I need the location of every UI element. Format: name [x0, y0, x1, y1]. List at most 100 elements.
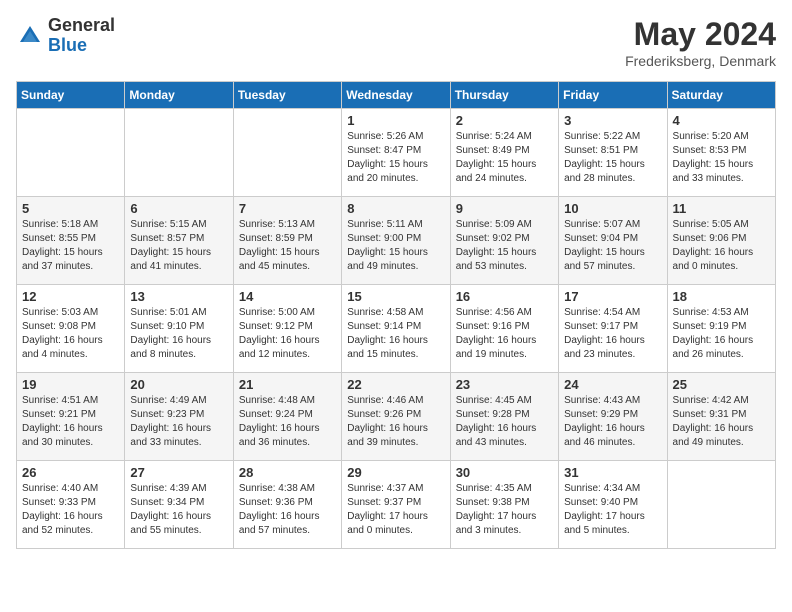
weekday-header-row: SundayMondayTuesdayWednesdayThursdayFrid… [17, 82, 776, 109]
day-info: Sunrise: 4:40 AM Sunset: 9:33 PM Dayligh… [22, 482, 119, 538]
day-number: 26 [22, 465, 119, 480]
calendar-cell [667, 461, 775, 549]
day-number: 10 [564, 201, 661, 216]
title-block: May 2024 Frederiksberg, Denmark [625, 16, 776, 69]
day-number: 16 [456, 289, 553, 304]
day-number: 14 [239, 289, 336, 304]
calendar-cell: 9 Sunrise: 5:09 AM Sunset: 9:02 PM Daylig… [450, 197, 558, 285]
day-number: 29 [347, 465, 444, 480]
day-info: Sunrise: 4:49 AM Sunset: 9:23 PM Dayligh… [130, 394, 227, 450]
day-info: Sunrise: 5:00 AM Sunset: 9:12 PM Dayligh… [239, 306, 336, 362]
day-info: Sunrise: 4:53 AM Sunset: 9:19 PM Dayligh… [673, 306, 770, 362]
page-header: General Blue May 2024 Frederiksberg, Den… [16, 16, 776, 69]
day-number: 17 [564, 289, 661, 304]
day-number: 2 [456, 113, 553, 128]
day-info: Sunrise: 5:01 AM Sunset: 9:10 PM Dayligh… [130, 306, 227, 362]
day-number: 15 [347, 289, 444, 304]
calendar-week-row: 12 Sunrise: 5:03 AM Sunset: 9:08 PM Dayli… [17, 285, 776, 373]
logo-icon [16, 22, 44, 50]
day-number: 31 [564, 465, 661, 480]
day-info: Sunrise: 5:15 AM Sunset: 8:57 PM Dayligh… [130, 218, 227, 274]
day-number: 18 [673, 289, 770, 304]
calendar-cell: 25 Sunrise: 4:42 AM Sunset: 9:31 PM Dayli… [667, 373, 775, 461]
logo-blue: Blue [48, 35, 87, 55]
weekday-header: Monday [125, 82, 233, 109]
calendar-cell: 6 Sunrise: 5:15 AM Sunset: 8:57 PM Daylig… [125, 197, 233, 285]
day-info: Sunrise: 5:11 AM Sunset: 9:00 PM Dayligh… [347, 218, 444, 274]
calendar-cell: 10Sunrise: 5:07 AM Sunset: 9:04 PM Dayli… [559, 197, 667, 285]
calendar-cell: 24Sunrise: 4:43 AM Sunset: 9:29 PM Dayli… [559, 373, 667, 461]
day-number: 13 [130, 289, 227, 304]
day-number: 24 [564, 377, 661, 392]
calendar-cell: 23Sunrise: 4:45 AM Sunset: 9:28 PM Dayli… [450, 373, 558, 461]
day-number: 20 [130, 377, 227, 392]
month-title: May 2024 [625, 16, 776, 53]
day-info: Sunrise: 4:48 AM Sunset: 9:24 PM Dayligh… [239, 394, 336, 450]
calendar-cell: 17 Sunrise: 4:54 AM Sunset: 9:17 PM Dayli… [559, 285, 667, 373]
day-info: Sunrise: 5:26 AM Sunset: 8:47 PM Dayligh… [347, 130, 444, 186]
weekday-header: Sunday [17, 82, 125, 109]
day-info: Sunrise: 5:05 AM Sunset: 9:06 PM Dayligh… [673, 218, 770, 274]
day-info: Sunrise: 4:54 AM Sunset: 9:17 PM Dayligh… [564, 306, 661, 362]
calendar-cell: 2 Sunrise: 5:24 AM Sunset: 8:49 PM Daylig… [450, 109, 558, 197]
day-number: 4 [673, 113, 770, 128]
logo-general: General [48, 15, 115, 35]
day-number: 9 [456, 201, 553, 216]
calendar-cell [125, 109, 233, 197]
calendar-cell: 19Sunrise: 4:51 AM Sunset: 9:21 PM Dayli… [17, 373, 125, 461]
calendar-cell: 18 Sunrise: 4:53 AM Sunset: 9:19 PM Dayli… [667, 285, 775, 373]
day-number: 8 [347, 201, 444, 216]
calendar-cell: 31 Sunrise: 4:34 AM Sunset: 9:40 PM Dayli… [559, 461, 667, 549]
day-number: 28 [239, 465, 336, 480]
day-info: Sunrise: 4:39 AM Sunset: 9:34 PM Dayligh… [130, 482, 227, 538]
day-number: 25 [673, 377, 770, 392]
day-info: Sunrise: 5:20 AM Sunset: 8:53 PM Dayligh… [673, 130, 770, 186]
calendar-cell: 7 Sunrise: 5:13 AM Sunset: 8:59 PM Daylig… [233, 197, 341, 285]
calendar-cell: 1 Sunrise: 5:26 AM Sunset: 8:47 PM Daylig… [342, 109, 450, 197]
weekday-header: Tuesday [233, 82, 341, 109]
calendar-cell: 16 Sunrise: 4:56 AM Sunset: 9:16 PM Dayli… [450, 285, 558, 373]
day-number: 27 [130, 465, 227, 480]
day-info: Sunrise: 4:42 AM Sunset: 9:31 PM Dayligh… [673, 394, 770, 450]
weekday-header: Wednesday [342, 82, 450, 109]
calendar-cell: 20 Sunrise: 4:49 AM Sunset: 9:23 PM Dayli… [125, 373, 233, 461]
logo-text: General Blue [48, 16, 115, 56]
day-info: Sunrise: 4:46 AM Sunset: 9:26 PM Dayligh… [347, 394, 444, 450]
day-info: Sunrise: 5:09 AM Sunset: 9:02 PM Dayligh… [456, 218, 553, 274]
calendar-cell: 14 Sunrise: 5:00 AM Sunset: 9:12 PM Dayli… [233, 285, 341, 373]
day-info: Sunrise: 5:03 AM Sunset: 9:08 PM Dayligh… [22, 306, 119, 362]
day-info: Sunrise: 4:35 AM Sunset: 9:38 PM Dayligh… [456, 482, 553, 538]
weekday-header: Saturday [667, 82, 775, 109]
day-number: 7 [239, 201, 336, 216]
day-info: Sunrise: 5:24 AM Sunset: 8:49 PM Dayligh… [456, 130, 553, 186]
calendar-table: SundayMondayTuesdayWednesdayThursdayFrid… [16, 81, 776, 549]
day-number: 11 [673, 201, 770, 216]
calendar-cell: 15Sunrise: 4:58 AM Sunset: 9:14 PM Dayli… [342, 285, 450, 373]
calendar-cell: 26 Sunrise: 4:40 AM Sunset: 9:33 PM Dayli… [17, 461, 125, 549]
day-info: Sunrise: 4:45 AM Sunset: 9:28 PM Dayligh… [456, 394, 553, 450]
calendar-cell: 12 Sunrise: 5:03 AM Sunset: 9:08 PM Dayli… [17, 285, 125, 373]
calendar-cell: 27 Sunrise: 4:39 AM Sunset: 9:34 PM Dayli… [125, 461, 233, 549]
calendar-week-row: 1 Sunrise: 5:26 AM Sunset: 8:47 PM Daylig… [17, 109, 776, 197]
calendar-week-row: 26 Sunrise: 4:40 AM Sunset: 9:33 PM Dayli… [17, 461, 776, 549]
calendar-cell: 21 Sunrise: 4:48 AM Sunset: 9:24 PM Dayli… [233, 373, 341, 461]
day-info: Sunrise: 4:56 AM Sunset: 9:16 PM Dayligh… [456, 306, 553, 362]
calendar-week-row: 5Sunrise: 5:18 AM Sunset: 8:55 PM Daylig… [17, 197, 776, 285]
location: Frederiksberg, Denmark [625, 53, 776, 69]
calendar-cell [17, 109, 125, 197]
day-number: 12 [22, 289, 119, 304]
day-number: 21 [239, 377, 336, 392]
day-info: Sunrise: 5:22 AM Sunset: 8:51 PM Dayligh… [564, 130, 661, 186]
calendar-cell: 11 Sunrise: 5:05 AM Sunset: 9:06 PM Dayli… [667, 197, 775, 285]
day-number: 6 [130, 201, 227, 216]
calendar-cell: 22 Sunrise: 4:46 AM Sunset: 9:26 PM Dayli… [342, 373, 450, 461]
day-number: 1 [347, 113, 444, 128]
logo: General Blue [16, 16, 115, 56]
day-info: Sunrise: 4:34 AM Sunset: 9:40 PM Dayligh… [564, 482, 661, 538]
calendar-cell: 8 Sunrise: 5:11 AM Sunset: 9:00 PM Daylig… [342, 197, 450, 285]
day-number: 22 [347, 377, 444, 392]
day-info: Sunrise: 5:13 AM Sunset: 8:59 PM Dayligh… [239, 218, 336, 274]
calendar-cell: 4 Sunrise: 5:20 AM Sunset: 8:53 PM Daylig… [667, 109, 775, 197]
calendar-cell: 3Sunrise: 5:22 AM Sunset: 8:51 PM Daylig… [559, 109, 667, 197]
day-info: Sunrise: 4:51 AM Sunset: 9:21 PM Dayligh… [22, 394, 119, 450]
